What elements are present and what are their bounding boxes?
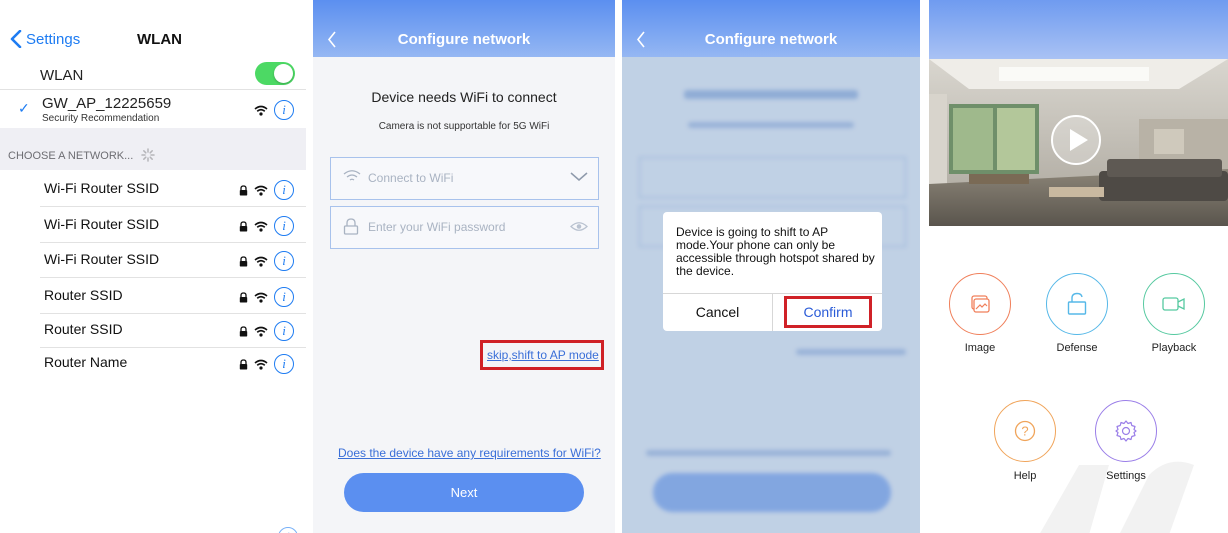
- wlan-toggle[interactable]: [255, 62, 295, 85]
- dialog-message: Device is going to shift to AP mode.Your…: [676, 225, 875, 278]
- network-name: Wi-Fi Router SSID: [44, 251, 160, 267]
- image-icon: [971, 295, 990, 313]
- chevron-down-icon: [570, 172, 588, 181]
- info-icon[interactable]: i: [274, 287, 294, 307]
- wlan-toggle-row: WLAN: [0, 59, 306, 90]
- checkmark-icon: ✓: [18, 100, 30, 116]
- info-icon[interactable]: i: [274, 354, 294, 374]
- image-button[interactable]: [949, 273, 1011, 335]
- lock-icon: [239, 325, 248, 336]
- image-label: Image: [964, 342, 996, 354]
- next-button[interactable]: Next: [344, 473, 584, 512]
- info-icon[interactable]: i: [274, 100, 294, 120]
- wifi-select[interactable]: Connect to WiFi: [330, 157, 599, 200]
- confirm-button[interactable]: Confirm: [784, 296, 872, 328]
- lock-icon: [239, 255, 248, 266]
- info-icon[interactable]: i: [274, 180, 294, 200]
- wifi-requirements-link[interactable]: Does the device have any requirements fo…: [338, 446, 601, 460]
- camera-preview[interactable]: [929, 59, 1228, 226]
- lock-icon: [239, 184, 248, 195]
- playback-button[interactable]: [1143, 273, 1205, 335]
- wifi-placeholder: Connect to WiFi: [368, 171, 454, 185]
- wifi-icon: [254, 292, 268, 303]
- wifi-icon: [254, 221, 268, 232]
- network-section-header: CHOOSE A NETWORK...: [0, 128, 306, 170]
- defense-label: Defense: [1056, 342, 1098, 354]
- video-camera-icon: [1162, 297, 1185, 311]
- back-label: Settings: [26, 30, 81, 48]
- lock-icon: [239, 291, 248, 302]
- device-home-screen: Image Defense Playback ? Help Settings: [929, 0, 1228, 533]
- network-name: Router Name: [44, 354, 128, 370]
- divider: [772, 293, 773, 331]
- security-recommendation[interactable]: Security Recommendation: [42, 113, 159, 124]
- connected-ssid: GW_AP_12225659: [42, 95, 172, 112]
- network-name: Router SSID: [44, 287, 123, 303]
- spinner-icon: [141, 148, 155, 162]
- connected-network-row[interactable]: ✓ GW_AP_12225659 Security Recommendation…: [0, 90, 306, 128]
- chevron-left-icon: [10, 30, 22, 48]
- info-icon[interactable]: i: [274, 321, 294, 341]
- lock-icon: [239, 358, 248, 369]
- page-title: WLAN: [137, 31, 182, 48]
- header-title: Configure network: [704, 31, 838, 48]
- skip-ap-mode-text: skip,shift to AP mode: [487, 348, 599, 362]
- wifi-icon: [254, 326, 268, 337]
- playback-label: Playback: [1151, 342, 1197, 354]
- header-bar: Configure network: [313, 0, 615, 57]
- eye-icon[interactable]: [570, 221, 588, 232]
- wifi-icon: [254, 359, 268, 370]
- configure-network-screen: Configure network Device needs WiFi to c…: [313, 0, 615, 533]
- password-placeholder: Enter your WiFi password: [368, 220, 506, 234]
- gear-icon: [1115, 420, 1137, 442]
- header-bar: Configure network: [622, 0, 920, 57]
- ap-mode-dialog-screen: Configure network Device is going to shi…: [622, 0, 920, 533]
- header-title: Configure network: [397, 31, 531, 48]
- toggle-knob: [274, 64, 293, 83]
- wifi-icon: [343, 170, 361, 181]
- lock-icon: [239, 220, 248, 231]
- wlan-settings-screen: Settings WLAN WLAN ✓ GW_AP_12225659 Secu…: [0, 0, 306, 533]
- lock-icon: [1067, 292, 1087, 315]
- wlan-label: WLAN: [40, 67, 84, 84]
- info-icon[interactable]: i: [274, 251, 294, 271]
- header-bar: [929, 0, 1228, 59]
- network-row[interactable]: Router SSID i: [0, 278, 306, 314]
- wifi-icon: [254, 185, 268, 196]
- help-icon: ?: [1014, 420, 1036, 442]
- section-label: CHOOSE A NETWORK...: [8, 150, 134, 162]
- skip-ap-mode-link[interactable]: skip,shift to AP mode: [480, 340, 604, 370]
- network-row[interactable]: Wi-Fi Router SSID i: [0, 242, 306, 278]
- network-row[interactable]: Router Name i: [0, 345, 306, 381]
- wifi-icon: [254, 105, 268, 116]
- lock-icon: [343, 218, 359, 235]
- password-field[interactable]: Enter your WiFi password: [330, 206, 599, 249]
- defense-button[interactable]: [1046, 273, 1108, 335]
- network-name: Wi-Fi Router SSID: [44, 180, 160, 196]
- network-name: Wi-Fi Router SSID: [44, 216, 160, 232]
- network-name: Router SSID: [44, 321, 123, 337]
- network-row[interactable]: Router SSID i: [0, 312, 306, 348]
- network-row[interactable]: Wi-Fi Router SSID i: [0, 171, 306, 207]
- network-row[interactable]: Wi-Fi Router SSID i: [0, 207, 306, 243]
- svg-text:?: ?: [1021, 424, 1028, 439]
- back-button[interactable]: Settings: [10, 30, 80, 48]
- watermark-graphic: [1040, 461, 1194, 533]
- wifi-heading: Device needs WiFi to connect: [371, 89, 557, 105]
- cancel-button[interactable]: Cancel: [663, 294, 772, 331]
- living-room-image: [929, 59, 1228, 226]
- info-icon[interactable]: i: [274, 216, 294, 236]
- wifi-icon: [254, 256, 268, 267]
- wifi-subheading: Camera is not supportable for 5G WiFi: [378, 121, 550, 132]
- navigation-bar: Settings WLAN: [0, 0, 306, 58]
- ap-mode-dialog: Device is going to shift to AP mode.Your…: [663, 212, 882, 331]
- info-icon: i: [278, 527, 298, 533]
